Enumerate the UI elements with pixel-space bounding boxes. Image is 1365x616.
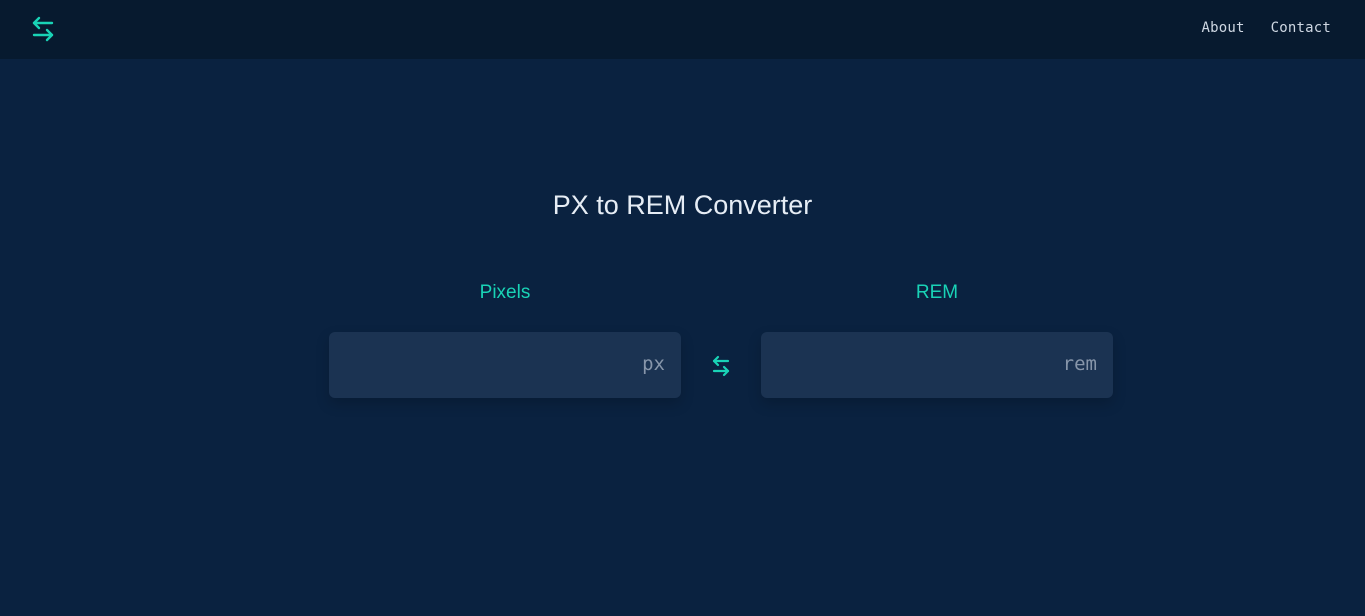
main-nav: About Contact — [1201, 20, 1331, 36]
pixels-input[interactable] — [329, 332, 681, 398]
pixels-field-container: px — [329, 332, 681, 398]
rem-field-container: rem — [761, 332, 1113, 398]
rem-label: REM — [915, 282, 959, 303]
rem-input[interactable] — [761, 332, 1113, 398]
pixels-label: Pixels — [479, 282, 531, 303]
swap-arrows-logo-icon[interactable] — [30, 15, 56, 43]
nav-link-about[interactable]: About — [1201, 20, 1244, 36]
nav-link-contact[interactable]: Contact — [1271, 20, 1331, 36]
top-navigation-bar: About Contact — [0, 0, 1365, 59]
swap-arrows-icon[interactable] — [708, 353, 734, 379]
page-title: PX to REM Converter — [552, 190, 813, 220]
